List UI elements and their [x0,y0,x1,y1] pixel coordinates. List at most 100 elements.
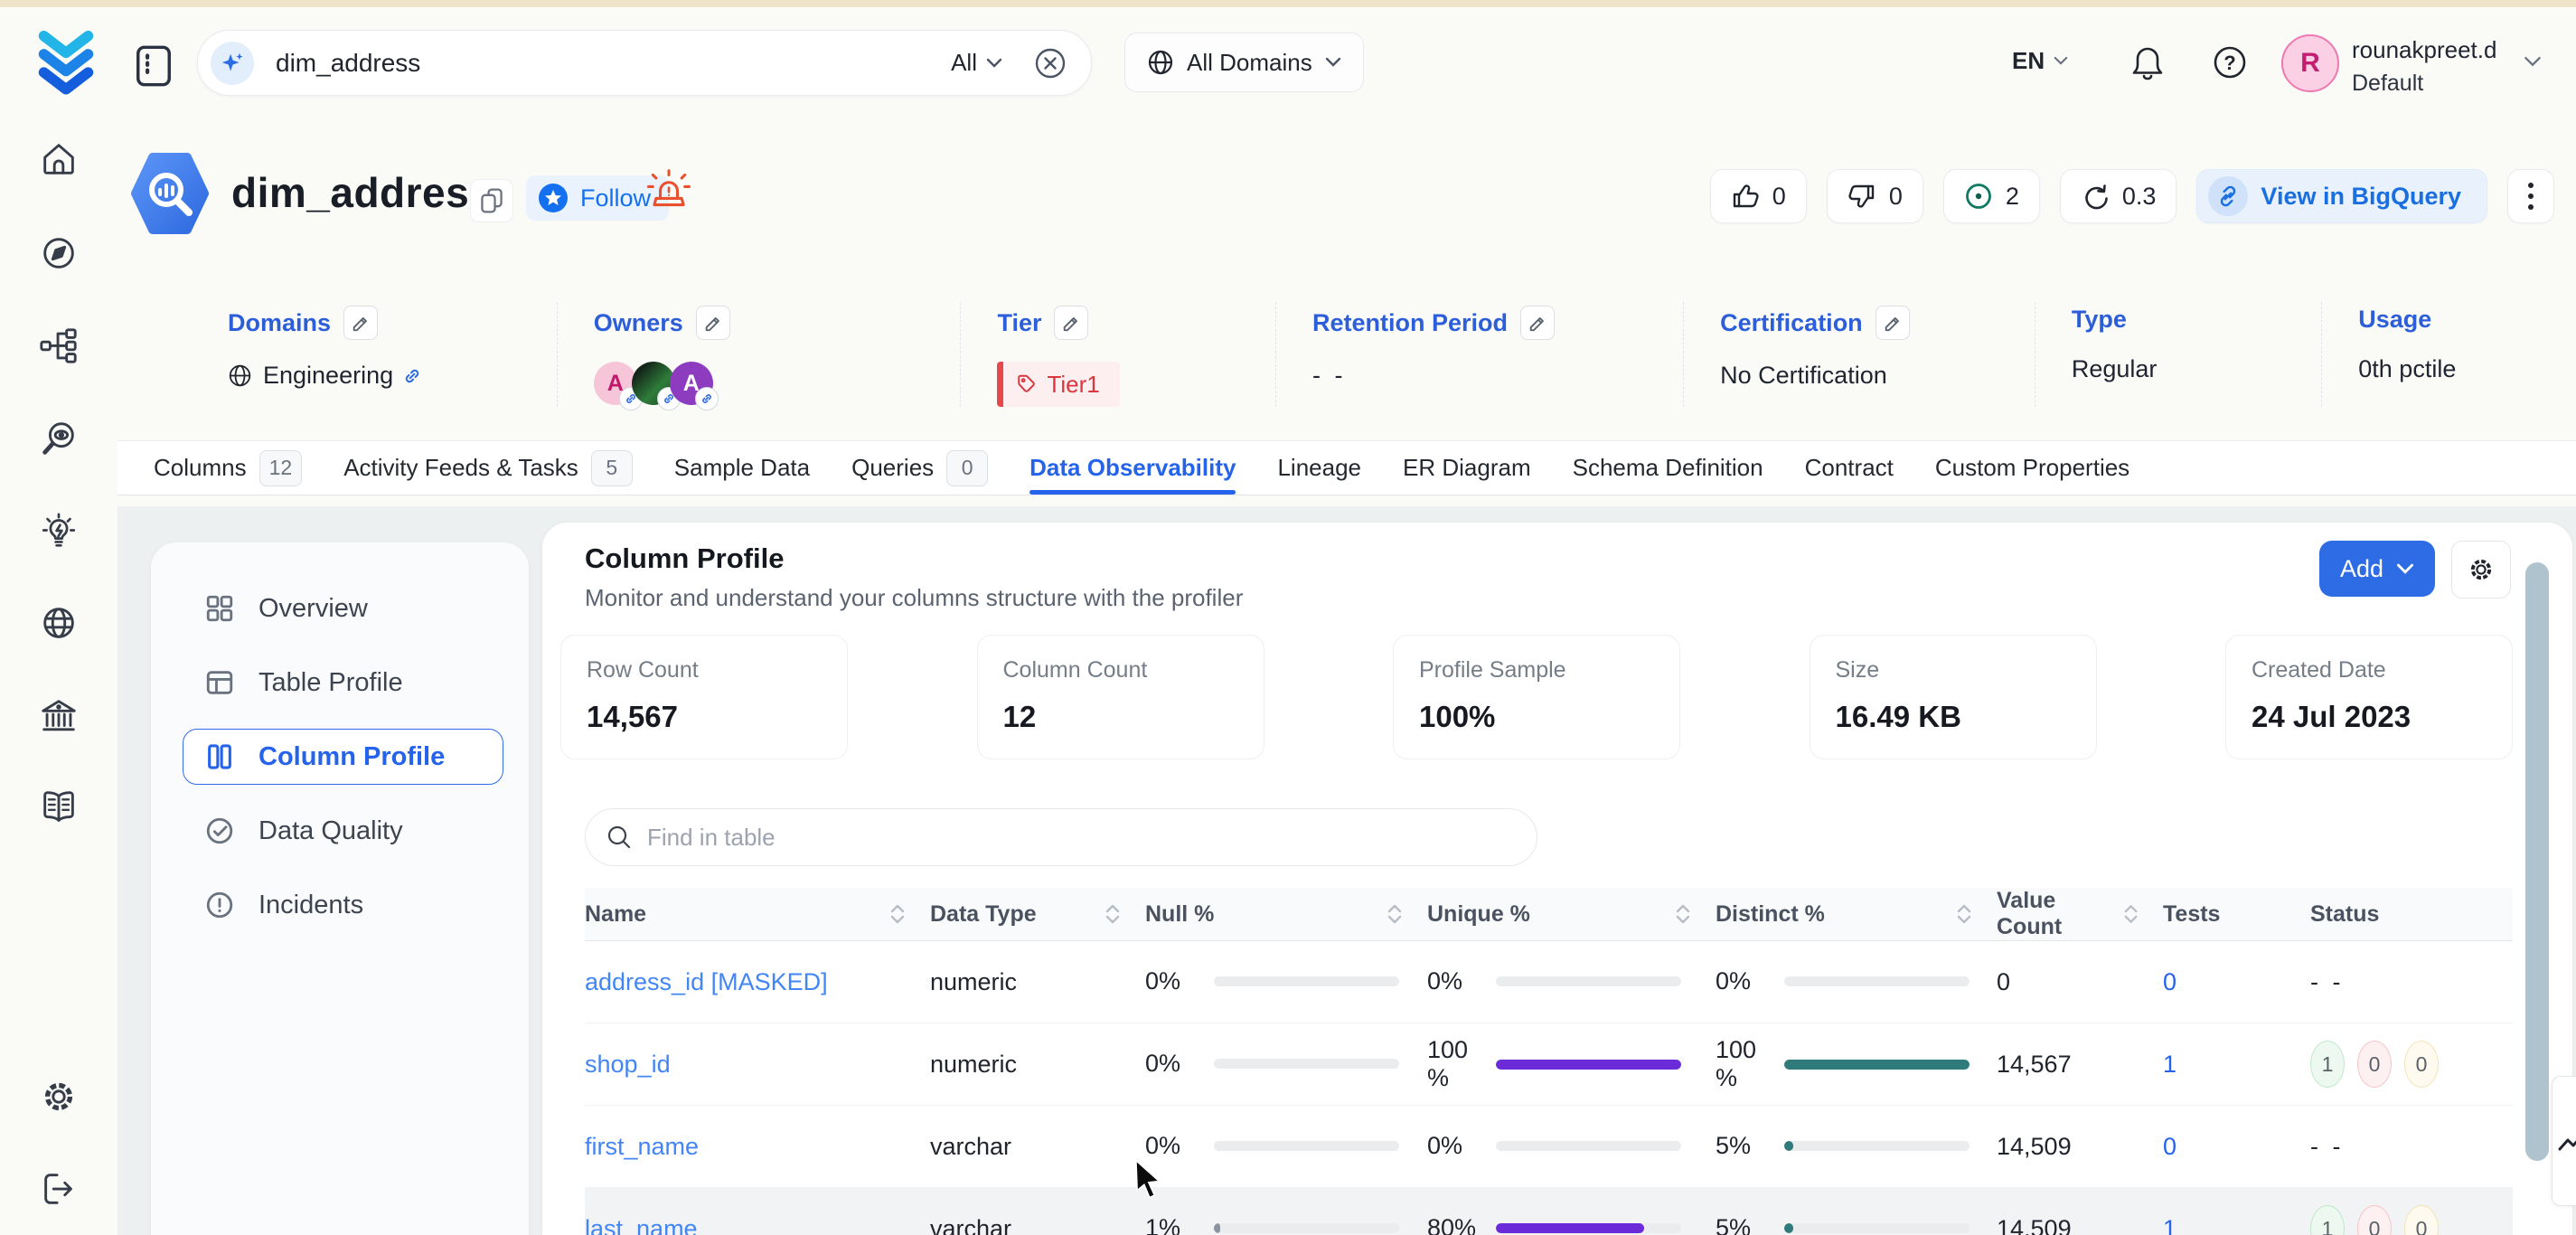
column-name-link[interactable]: address_id [MASKED] [585,968,828,995]
header-null-pct[interactable]: Null % [1145,888,1427,940]
header-tests[interactable]: Tests [2163,888,2310,940]
user-menu-chevron-icon[interactable] [2524,56,2542,68]
downvote-button[interactable]: 0 [1827,169,1923,223]
tab-schema-definition[interactable]: Schema Definition [1573,441,1763,495]
tests-link[interactable]: 0 [2163,1133,2176,1160]
tests-link[interactable]: 1 [2163,1051,2176,1078]
tests-link[interactable]: 0 [2163,968,2176,995]
glossary-book-icon[interactable] [38,786,80,827]
vertical-scrollbar[interactable] [2525,562,2549,1161]
nav-item-overview[interactable]: Overview [183,580,503,636]
edit-tier-button[interactable] [1054,306,1088,340]
edit-retention-button[interactable] [1520,306,1555,340]
copy-name-icon[interactable] [470,179,513,222]
distinct-bar [1784,1060,1970,1070]
sort-icon[interactable] [1104,902,1122,926]
sidebar-toggle-icon[interactable] [136,45,172,87]
tab-sample-data[interactable]: Sample Data [674,441,810,495]
search-scope-dropdown[interactable]: All [951,49,1002,77]
status-badges: 1 0 0 [2310,1205,2513,1235]
failed-badge: 0 [2357,1205,2392,1235]
nav-item-incidents[interactable]: Incidents [183,877,503,933]
sort-icon[interactable] [888,902,907,926]
task-count-button[interactable]: 2 [1943,169,2040,223]
governance-bank-icon[interactable] [38,695,80,737]
owner-avatar[interactable]: A [594,362,637,405]
view-in-source-button[interactable]: View in BigQuery [2196,169,2487,223]
unique-bar [1496,976,1681,986]
header-distinct-pct[interactable]: Distinct % [1716,888,1997,940]
domains-globe-icon[interactable] [38,602,80,644]
user-avatar[interactable]: R [2281,34,2339,92]
tab-er-diagram[interactable]: ER Diagram [1403,441,1531,495]
find-in-table-input[interactable]: Find in table [585,808,1537,866]
column-name-link[interactable]: last_name [585,1215,698,1235]
domain-link[interactable]: Engineering [228,362,557,390]
pencil-icon [351,313,371,333]
column-profile-panel: Column Profile Monitor and understand yo… [542,523,2572,1235]
nav-item-column-profile[interactable]: Column Profile [183,729,503,785]
unique-bar [1496,1141,1681,1151]
tests-link[interactable]: 1 [2163,1215,2176,1235]
header-value-count[interactable]: Value Count [1997,888,2163,940]
table-row: shop_id numeric 0% 100 % 100 % 14,567 1 … [585,1023,2513,1106]
upvote-button[interactable]: 0 [1710,169,1807,223]
logout-icon[interactable] [38,1168,80,1210]
type-value: Regular [2072,355,2321,383]
table-row: address_id [MASKED] numeric 0% 0% 0% 0 0… [585,941,2513,1023]
owner-avatar-photo[interactable] [632,362,675,405]
user-info[interactable]: rounakpreet.d Default [2352,38,2496,95]
tab-count-badge: 5 [591,450,633,486]
unique-bar [1496,1223,1681,1233]
notifications-bell-icon[interactable] [2129,43,2166,83]
language-selector[interactable]: EN [2012,47,2068,75]
column-name-link[interactable]: shop_id [585,1051,671,1078]
retention-value: - - [1312,362,1683,390]
header-unique-pct[interactable]: Unique % [1427,888,1716,940]
edit-certification-button[interactable] [1876,306,1910,340]
sort-icon[interactable] [1386,902,1404,926]
tab-columns[interactable]: Columns12 [154,441,302,495]
settings-gear-icon[interactable] [38,1076,80,1117]
check-circle-icon [204,815,235,846]
domain-filter-dropdown[interactable]: All Domains [1124,33,1364,92]
app-logo[interactable] [33,31,99,96]
tier-tag[interactable]: Tier1 [997,362,1119,407]
edit-owners-button[interactable] [696,306,730,340]
search-input[interactable]: dim_address [276,49,420,78]
header-data-type[interactable]: Data Type [930,888,1145,940]
owner-avatars: A A [594,362,961,405]
more-options-button[interactable] [2507,169,2554,223]
edit-domains-button[interactable] [343,306,378,340]
version-button[interactable]: 0.3 [2060,169,2177,223]
insights-bulb-icon[interactable] [38,510,80,552]
profiler-settings-button[interactable] [2451,541,2511,599]
tab-custom-properties[interactable]: Custom Properties [1935,441,2129,495]
explore-compass-icon[interactable] [38,232,80,274]
sort-icon[interactable] [1955,902,1973,926]
column-name-link[interactable]: first_name [585,1133,699,1160]
alert-siren-icon[interactable] [645,166,692,213]
tab-queries[interactable]: Queries0 [851,441,988,495]
tab-lineage[interactable]: Lineage [1277,441,1361,495]
add-button[interactable]: Add [2319,541,2435,597]
collapsed-side-widget[interactable] [2552,1076,2576,1206]
stat-card-created-date: Created Date 24 Jul 2023 [2225,635,2513,759]
sort-icon[interactable] [2122,902,2139,926]
help-icon[interactable]: ? [2211,43,2249,81]
lineage-flow-icon[interactable] [38,325,80,366]
discovery-eye-magnifier-icon[interactable] [38,418,80,459]
sort-icon[interactable] [1674,902,1692,926]
owner-avatar[interactable]: A [670,362,713,405]
global-search-bar[interactable]: dim_address All [197,30,1092,96]
nav-item-table-profile[interactable]: Table Profile [183,655,503,711]
home-icon[interactable] [38,138,80,180]
tab-contract[interactable]: Contract [1805,441,1894,495]
header-status[interactable]: Status [2310,888,2513,940]
tab-activity-feeds[interactable]: Activity Feeds & Tasks5 [343,441,633,495]
tab-data-observability[interactable]: Data Observability [1029,441,1236,495]
nav-item-data-quality[interactable]: Data Quality [183,803,503,859]
clear-search-icon[interactable] [1033,46,1067,80]
unique-bar [1496,1060,1681,1070]
header-name[interactable]: Name [585,888,930,940]
